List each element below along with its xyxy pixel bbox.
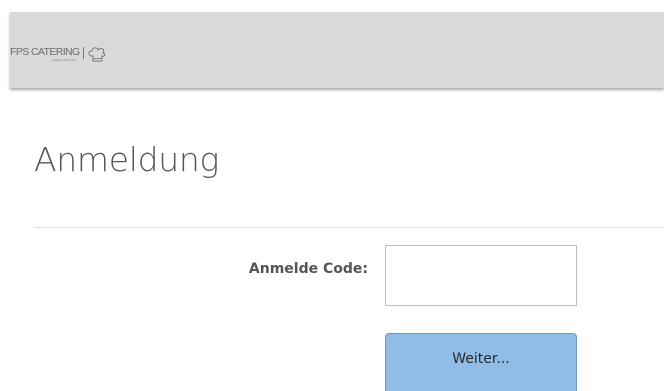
login-code-input[interactable] [385, 245, 577, 306]
logo-tagline: quality delivered [52, 58, 76, 62]
logo-text-block: FPS CATERING quality delivered [10, 46, 80, 63]
page-title: Anmeldung [34, 140, 219, 179]
login-page: FPS CATERING quality delivered Anmeldung… [0, 0, 664, 391]
login-code-label: Anmelde Code: [248, 261, 368, 277]
logo-separator [82, 47, 84, 59]
logo-text: FPS CATERING [10, 46, 80, 58]
brand-logo: FPS CATERING quality delivered [10, 47, 107, 62]
next-button[interactable]: Weiter... [385, 333, 577, 391]
header-bar: FPS CATERING quality delivered [10, 12, 664, 88]
chef-hat-icon [88, 47, 105, 62]
divider [34, 227, 664, 228]
